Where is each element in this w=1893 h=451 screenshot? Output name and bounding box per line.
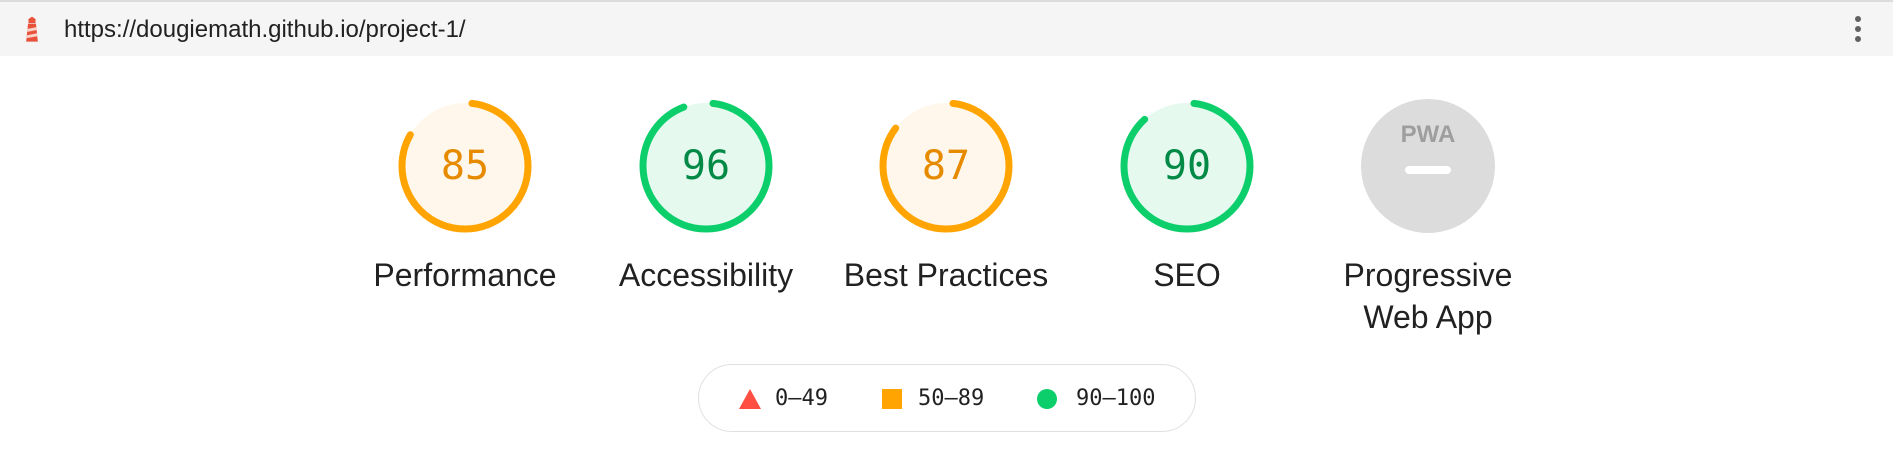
pwa-badge-icon: PWA — [1361, 99, 1495, 233]
score-accessibility: 96 — [681, 143, 731, 189]
legend-average-range: 50–89 — [918, 386, 985, 411]
gauge-seo[interactable]: 90 SEO — [1077, 96, 1297, 296]
pwa-badge-text: PWA — [1401, 121, 1456, 148]
gauge-pwa[interactable]: PWA Progressive Web App — [1318, 96, 1538, 338]
score-seo: 90 — [1162, 143, 1212, 189]
gauge-accessibility[interactable]: 96 Accessibility — [596, 96, 816, 296]
green-circle-icon — [1037, 389, 1057, 409]
orange-square-icon — [882, 389, 902, 409]
gauge-best-practices[interactable]: 87 Best Practices — [836, 96, 1056, 296]
red-triangle-icon — [739, 389, 761, 409]
page-url: https://dougiemath.github.io/project-1/ — [64, 16, 466, 43]
label-pwa: Progressive Web App — [1318, 254, 1538, 338]
score-performance: 85 — [440, 143, 490, 189]
label-best-practices: Best Practices — [843, 257, 1049, 293]
legend-pass-range: 90–100 — [1076, 386, 1156, 411]
category-gauges: 85 Performance 96 Accessibility 87 Best … — [0, 96, 1893, 336]
pwa-dash-icon — [1405, 166, 1451, 174]
label-accessibility: Accessibility — [618, 257, 794, 293]
label-performance: Performance — [373, 257, 557, 293]
score-legend: 0–49 50–89 90–100 — [698, 364, 1196, 432]
gauge-performance[interactable]: 85 Performance — [355, 96, 575, 296]
label-seo: SEO — [1153, 257, 1221, 293]
label-pwa-line2: Web App — [1363, 299, 1493, 335]
legend-fail-range: 0–49 — [775, 386, 828, 411]
kebab-menu-icon[interactable] — [1853, 16, 1863, 46]
url-bar: https://dougiemath.github.io/project-1/ — [0, 0, 1893, 56]
score-best-practices: 87 — [921, 143, 971, 189]
label-pwa-line1: Progressive — [1343, 257, 1513, 293]
lighthouse-icon — [26, 16, 38, 42]
